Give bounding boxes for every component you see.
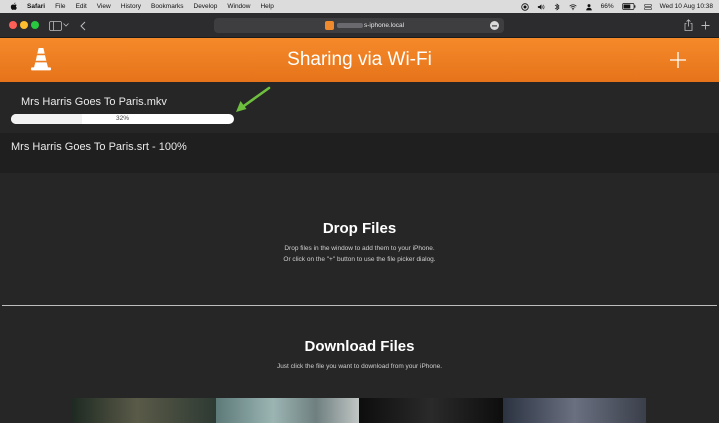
site-favicon-icon (325, 21, 334, 30)
back-icon[interactable] (78, 20, 87, 31)
green-arrow-icon (236, 86, 271, 112)
status-area: 66% Wed 10 Aug 10:38 (520, 0, 713, 13)
apple-icon[interactable] (9, 2, 18, 11)
wifi-icon[interactable] (568, 3, 577, 11)
upload-item: Mrs Harris Goes To Paris.mkv 32% (0, 82, 719, 132)
file-thumbnail[interactable] (72, 398, 216, 423)
address-bar[interactable]: s-iphone.local (214, 18, 504, 33)
share-icon[interactable] (683, 18, 693, 31)
zoom-window-button[interactable] (31, 21, 39, 29)
upload-file-name: Mrs Harris Goes To Paris.mkv (21, 96, 167, 108)
battery-icon[interactable] (621, 3, 636, 11)
file-thumbnail[interactable] (502, 398, 646, 423)
drop-files-heading: Drop Files (322, 220, 397, 237)
menu-develop[interactable]: Develop (194, 0, 218, 13)
page: Safari File Edit View History Bookmarks … (0, 0, 719, 423)
sidebar-menu-chevron-icon[interactable] (63, 22, 69, 28)
upload-progress-bar: 32% (11, 114, 234, 124)
menu-window[interactable]: Window (227, 0, 250, 13)
menu-bookmarks[interactable]: Bookmarks (151, 0, 184, 13)
upload-progress-label: 32% (115, 115, 129, 122)
download-files-heading: Download Files (304, 338, 415, 355)
section-divider (2, 305, 717, 306)
close-window-button[interactable] (9, 21, 17, 29)
menu-help[interactable]: Help (260, 0, 273, 13)
file-thumbnail[interactable] (215, 398, 359, 423)
record-icon[interactable] (520, 2, 529, 11)
upload-item: Mrs Harris Goes To Paris.srt - 100% (0, 133, 719, 173)
vlc-header: Sharing via Wi-Fi (0, 38, 719, 82)
redacted-hostname (337, 23, 363, 28)
menu-edit[interactable]: Edit (76, 0, 87, 13)
file-thumbnail[interactable] (359, 398, 503, 423)
minimize-window-button[interactable] (20, 21, 28, 29)
upload-file-name: Mrs Harris Goes To Paris.srt - 100% (11, 141, 187, 153)
battery-percent: 66% (600, 3, 614, 10)
browser-toolbar: s-iphone.local (0, 13, 719, 38)
menu-safari[interactable]: Safari (27, 0, 45, 13)
reader-icon[interactable] (490, 21, 499, 30)
address-host: s-iphone.local (364, 22, 405, 29)
file-thumbnails (72, 398, 646, 423)
volume-icon[interactable] (537, 3, 545, 11)
menu-file[interactable]: File (55, 0, 65, 13)
menu-view[interactable]: View (97, 0, 111, 13)
download-files-instruction: Just click the file you want to download… (276, 363, 443, 370)
add-file-button[interactable] (669, 51, 687, 69)
control-center-icon[interactable] (643, 3, 652, 11)
sidebar-toggle-icon[interactable] (48, 20, 62, 31)
user-icon[interactable] (585, 3, 593, 11)
bluetooth-icon[interactable] (553, 2, 561, 11)
new-tab-icon[interactable] (700, 20, 711, 31)
drop-files-instruction-2: Or click on the "+" button to use the fi… (283, 256, 436, 263)
menu-clock[interactable]: Wed 10 Aug 10:38 (660, 3, 713, 10)
menu-bar: Safari File Edit View History Bookmarks … (0, 0, 719, 13)
menu-history[interactable]: History (121, 0, 141, 13)
page-title: Sharing via Wi-Fi (287, 49, 432, 70)
drop-files-instruction: Drop files in the window to add them to … (284, 245, 435, 252)
